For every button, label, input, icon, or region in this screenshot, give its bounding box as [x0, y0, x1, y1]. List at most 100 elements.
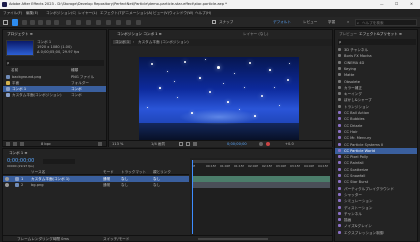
playhead[interactable] [192, 160, 193, 234]
table-row[interactable]: 2 bg.png 通常 なし なし [3, 182, 189, 188]
project-search-field[interactable]: ρ [6, 60, 104, 66]
column-parent[interactable]: 親とリンク [153, 170, 171, 174]
shape-tool-icon[interactable] [66, 20, 71, 25]
tab-effects-presets[interactable]: エフェクト&プリセット ≡ [357, 31, 404, 37]
workspace-learn[interactable]: 学習 [328, 20, 335, 24]
exposure-value[interactable]: +0.0 [285, 142, 294, 146]
list-item[interactable]: カスタム平面(コンポジション) コンポ [3, 92, 106, 98]
workspace-default[interactable]: デフォルト [273, 20, 291, 24]
visibility-eye-icon[interactable] [5, 177, 9, 181]
effects-list-item[interactable]: CC Snowfall [335, 173, 417, 179]
pan-tool-icon[interactable] [46, 20, 51, 25]
effects-list-item[interactable]: CC Particle World [335, 147, 417, 154]
effects-list-item[interactable]: シャッター [335, 192, 417, 198]
time-graph[interactable]: 0f 00:15f 01:00f 01:15f 02:00f 02:15f 03:00f 03… [190, 158, 332, 235]
layer-trkmat[interactable]: なし [121, 177, 128, 181]
maximize-button[interactable]: ☐ [395, 2, 398, 6]
puppet-tool-icon[interactable] [136, 20, 141, 25]
layer-parent[interactable]: なし [153, 183, 160, 187]
effects-search-field[interactable]: ρ [338, 39, 416, 45]
layer-source-name[interactable]: カスタム平面(コンポ 1) [31, 177, 71, 181]
zoom-select[interactable]: 113 % [112, 142, 130, 146]
mask-toggle-icon[interactable] [186, 142, 190, 146]
search-help-field[interactable]: ⌕ ヘルプを検索 [355, 19, 417, 26]
orbit-tool-icon[interactable] [38, 20, 43, 25]
effects-list-item[interactable]: エクスプレッション制御 [335, 230, 417, 236]
tab-timeline-comp[interactable]: コンポ 1 ≡ [7, 150, 29, 156]
effects-list-item[interactable]: Obsolete [335, 79, 417, 85]
effects-list-item[interactable]: ノイズ&グレイン [335, 223, 417, 229]
tab-project[interactable]: プロジェクト ≡ [5, 31, 35, 37]
column-source[interactable]: ソース名 [31, 170, 45, 174]
label-color-swatch[interactable] [15, 177, 19, 181]
menu-item-file[interactable]: ファイル(F) [3, 11, 22, 15]
effects-list-item[interactable]: ディストーション [335, 205, 417, 211]
layer-track-bar[interactable] [192, 182, 330, 188]
effects-list-item[interactable]: Matte [335, 72, 417, 78]
effects-list-item[interactable]: CC Star Burst [335, 179, 417, 185]
effects-list-item[interactable]: CC Mr. Mercury [335, 135, 417, 141]
interpret-footage-icon[interactable] [6, 142, 10, 146]
column-trkmat[interactable]: トラックマット [121, 170, 146, 174]
tab-layer[interactable]: レイヤー (なし) [241, 31, 270, 37]
zoom-tool-icon[interactable] [30, 20, 35, 25]
minimize-button[interactable]: — [380, 2, 384, 6]
timeline-search-field[interactable] [43, 159, 75, 164]
comp-viewer[interactable] [139, 57, 299, 141]
breadcrumb-comp[interactable]: コンポ 1 [113, 40, 132, 44]
effects-list-item[interactable]: 3D チャンネル [335, 47, 417, 53]
snapshot-icon[interactable] [259, 142, 263, 146]
tab-composition[interactable]: コンポジション コンポ 1 ≡ [115, 31, 164, 37]
menu-item-effect[interactable]: エフェクト(T) [100, 11, 123, 15]
toggle-switches-modes[interactable]: スイッチ/モード [103, 237, 129, 241]
layer-parent[interactable]: なし [153, 177, 160, 181]
transparency-grid-icon[interactable] [193, 142, 197, 146]
menu-item-edit[interactable]: 編集(E) [26, 11, 38, 15]
effects-list-item[interactable]: パーティクルプレイグラウンド [335, 186, 417, 192]
time-ruler[interactable]: 0f 00:15f 01:00f 01:15f 02:00f 02:15f 03:00f 03… [190, 164, 332, 169]
workspace-review[interactable]: レビュー [303, 20, 317, 24]
pen-tool-icon[interactable] [76, 20, 81, 25]
column-type[interactable]: 種類 [71, 68, 78, 72]
home-icon[interactable] [3, 20, 8, 25]
brush-tool-icon[interactable] [96, 20, 101, 25]
effects-list-item[interactable]: CC Drizzle [335, 123, 417, 129]
eraser-tool-icon[interactable] [116, 20, 121, 25]
breadcrumb-solid[interactable]: カスタム平面 (コンポジション) [138, 40, 189, 44]
zoom-slider[interactable] [198, 238, 268, 240]
comp-timecode[interactable]: 0;00;00;00 [227, 142, 247, 146]
layer-source-name[interactable]: bg.png [31, 183, 71, 187]
effects-list-item[interactable]: Keying [335, 66, 417, 72]
layer-mode[interactable]: 通常 [103, 177, 110, 181]
close-button[interactable]: ✕ [410, 2, 413, 6]
effects-list-item[interactable]: ぼかし&シャープ [335, 97, 417, 103]
visibility-eye-icon[interactable] [5, 183, 9, 187]
effects-list-item[interactable]: CC Scatterize [335, 167, 417, 173]
rotate-tool-icon[interactable] [54, 20, 59, 25]
layer-mode[interactable]: 通常 [103, 183, 110, 187]
effects-list-item[interactable]: 描画 [335, 217, 417, 223]
workspace-overflow-icon[interactable]: » [347, 20, 349, 24]
snap-checkbox[interactable] [212, 20, 216, 24]
trash-icon[interactable] [98, 142, 102, 146]
effects-list-item[interactable]: トランジション [335, 104, 417, 110]
stamp-tool-icon[interactable] [106, 20, 111, 25]
menu-item-help[interactable]: ヘルプ(H) [195, 11, 211, 15]
column-mode[interactable]: モード [103, 170, 114, 174]
bpc-indicator[interactable]: 8 bpc [41, 142, 51, 146]
menu-item-composition[interactable]: コンポジション(C) [46, 11, 76, 15]
column-name[interactable]: 名前 [11, 68, 18, 72]
effects-list-item[interactable]: キーイング [335, 91, 417, 97]
effects-list-item[interactable]: CINEMA 4D [335, 60, 417, 66]
layer-trkmat[interactable]: なし [121, 183, 128, 187]
channel-icon[interactable] [266, 142, 270, 146]
effects-list-item[interactable]: シミュレーション [335, 198, 417, 204]
selection-tool-icon[interactable] [12, 19, 18, 26]
tab-preview[interactable]: プレビュー [337, 31, 359, 37]
effects-list-item[interactable]: カラー補正 [335, 85, 417, 91]
type-tool-icon[interactable] [86, 20, 91, 25]
effects-list-item[interactable]: CC Hair [335, 129, 417, 135]
quality-select[interactable]: 1/4 画質 [151, 142, 165, 146]
effects-list-item[interactable]: CC Bubbles [335, 116, 417, 122]
effects-list-item[interactable]: チャンネル [335, 211, 417, 217]
